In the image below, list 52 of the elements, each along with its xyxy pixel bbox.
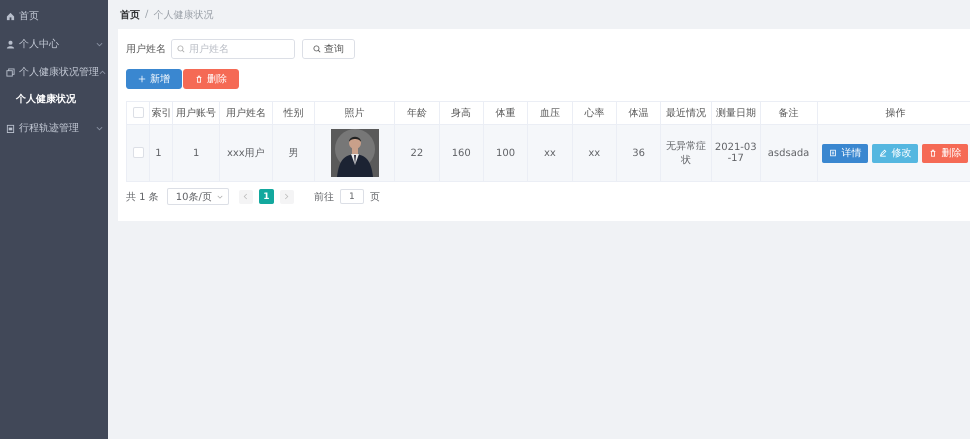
table-cell: 男 [272, 124, 314, 182]
page-size-select[interactable]: 10条/页 [166, 188, 229, 205]
table-cell: 36 [616, 124, 661, 182]
table-cell: 22 [394, 124, 440, 182]
chevron-right-icon [284, 193, 290, 200]
home-icon [6, 12, 15, 20]
checkbox[interactable] [132, 107, 144, 118]
breadcrumb-item[interactable]: 首页 [120, 8, 140, 22]
breadcrumb-item: 个人健康状况 [153, 8, 214, 22]
search-icon [177, 45, 185, 53]
detail-button[interactable]: 详情 [822, 144, 868, 162]
add-button[interactable]: 新增 [126, 69, 182, 89]
document-icon [829, 149, 838, 157]
table-cell: 160 [439, 124, 484, 182]
field-label: 用户姓名 [126, 42, 166, 56]
clipboard-icon [6, 124, 15, 132]
page-input[interactable]: 1 [340, 189, 364, 204]
sidebar-item[interactable]: 个人健康状况管理 [0, 58, 108, 86]
search-field[interactable]: 用户姓名 [171, 39, 295, 59]
sidebar-item[interactable]: 个人中心 [0, 30, 108, 58]
table-cell: xx [528, 124, 572, 182]
table-cell: xxx用户 [219, 124, 272, 182]
table-cell: 1 [150, 124, 173, 182]
table-cell: 无异常症状 [660, 124, 712, 182]
table-cell: 100 [483, 124, 528, 182]
search-icon [313, 45, 321, 53]
plus-icon [138, 75, 146, 83]
previous-page-button[interactable] [238, 190, 253, 204]
user-icon [6, 40, 15, 48]
search-button[interactable]: 查询 [302, 39, 355, 59]
copy-icon [6, 68, 15, 76]
total-count: 共 1 条 [126, 190, 159, 204]
delete-button[interactable]: 删除 [183, 69, 239, 89]
pencil-icon [879, 149, 888, 157]
chevron-left-icon [243, 193, 248, 200]
table-cell: 2021-03-17 [711, 124, 760, 182]
table-cell: 1 [172, 124, 220, 182]
breadcrumb-separator: / [145, 9, 148, 20]
sidebar-item[interactable]: 首页 [0, 2, 108, 30]
checkbox[interactable] [132, 147, 144, 158]
caret-icon [216, 194, 223, 198]
trash-icon [929, 149, 938, 157]
sidebar-subitem[interactable]: 个人健康状况 [0, 86, 108, 114]
goto-label: 前往 [314, 190, 334, 204]
delete-button[interactable]: 删除 [922, 144, 968, 162]
page-suffix: 页 [370, 190, 380, 204]
page-button[interactable]: 1 [258, 189, 274, 204]
table-cell: xx [572, 124, 616, 182]
next-page-button[interactable] [280, 190, 294, 204]
sidebar-item[interactable]: 行程轨迹管理 [0, 114, 108, 142]
table-cell: asdsada [760, 124, 818, 182]
trash-icon [195, 75, 203, 83]
